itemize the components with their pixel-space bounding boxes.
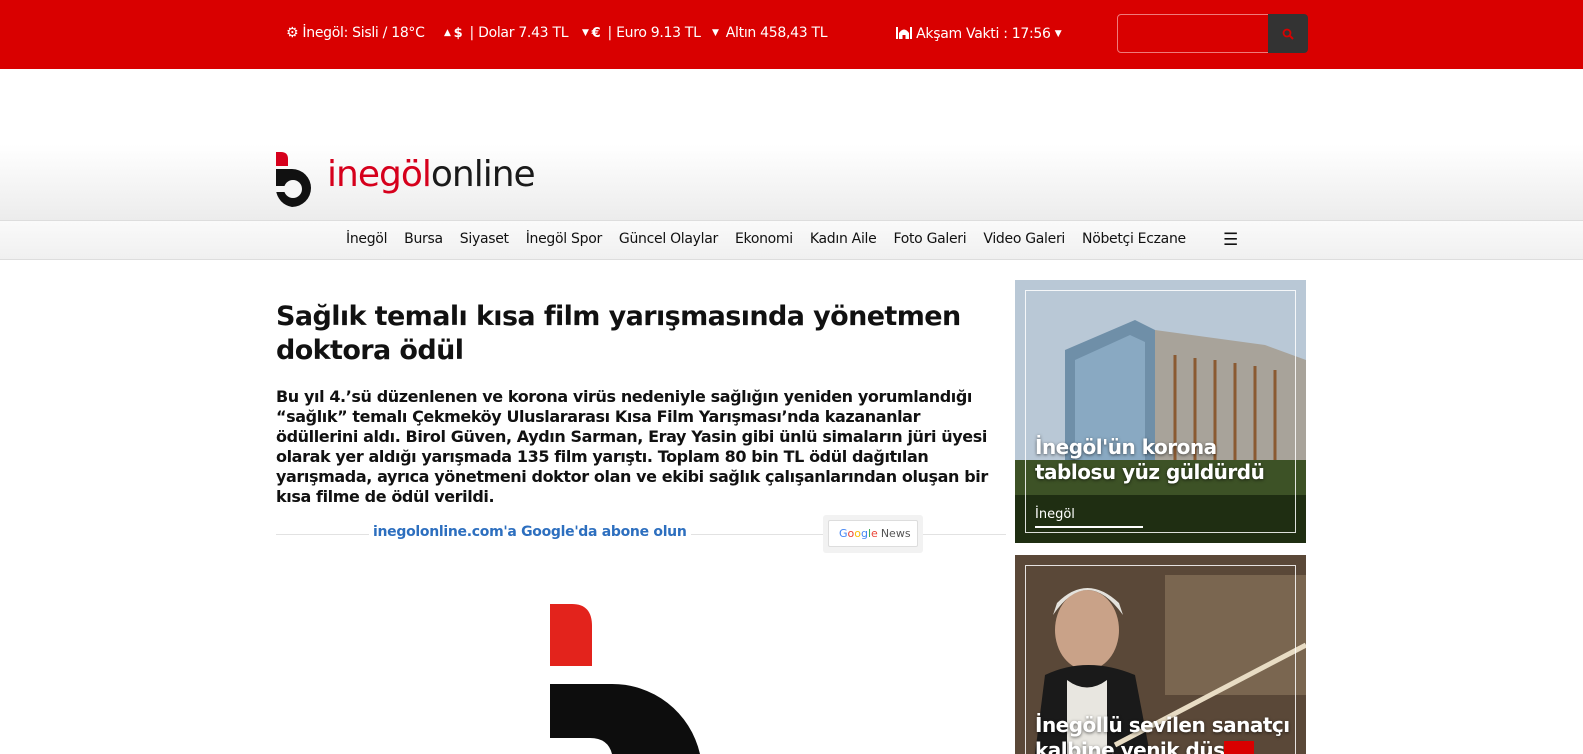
nav-item-siyaset[interactable]: Siyaset (460, 231, 509, 247)
card-title: İnegöl'ün korona tablosu yüz güldürdü (1035, 435, 1265, 484)
logo-band (0, 69, 1583, 220)
article-headline: Sağlık temalı kısa film yarışmasında yön… (276, 301, 961, 366)
nav-item-kadin-aile[interactable]: Kadın Aile (810, 231, 877, 247)
card-title: İnegöllü sevilen sanatçı kalbine yenik d… (1035, 713, 1290, 754)
main-nav: İnegöl Bursa Siyaset İnegöl Spor Güncel … (0, 220, 1583, 260)
search-input[interactable] (1117, 14, 1269, 53)
article-summary: Bu yıl 4.’sü düzenlenen ve korona virüs … (276, 387, 988, 506)
nav-item-bursa[interactable]: Bursa (404, 231, 443, 247)
prayer-time-dropdown[interactable]: Akşam Vakti : 17:56 ▼ (896, 25, 1064, 42)
top-bar: ⚙ İnegöl: Sisli / 18°C ▲ $ | Dolar 7.43 T… (0, 0, 1583, 69)
dollar-rate-text: | Dolar 7.43 TL (469, 25, 569, 41)
nav-item-inegol[interactable]: İnegöl (346, 231, 387, 247)
google-letter: e (871, 527, 878, 540)
google-news-logo: Google News (828, 520, 918, 547)
nav-list: İnegöl Bursa Siyaset İnegöl Spor Güncel … (346, 231, 1203, 247)
nav-item-ekonomi[interactable]: Ekonomi (735, 231, 793, 247)
google-news-badge[interactable]: Google News (823, 515, 923, 553)
logo-text-dark: online (430, 154, 536, 195)
google-letter: g (861, 527, 868, 540)
card-frame (1025, 290, 1296, 533)
nav-item-guncel-olaylar[interactable]: Güncel Olaylar (619, 231, 718, 247)
logo-wordmark: inegölonline (327, 154, 536, 195)
prayer-time-text: Akşam Vakti : 17:56 (916, 26, 1051, 42)
euro-rate-text: | Euro 9.13 TL (607, 25, 701, 41)
gear-icon: ⚙ (286, 25, 299, 41)
caret-down-icon: ▼ (582, 28, 589, 38)
news-label: News (880, 527, 911, 540)
mosque-icon (896, 27, 912, 39)
gold-rate-text: Altın 458,43 TL (725, 25, 828, 41)
sidebar-news-card[interactable]: İnegöllü sevilen sanatçı kalbine yenik d… (1015, 555, 1306, 754)
hamburger-menu-icon[interactable]: ☰ (1223, 230, 1238, 250)
dollar-icon: $ (453, 26, 463, 41)
nav-item-inegol-spor[interactable]: İnegöl Spor (526, 231, 603, 247)
search-icon (1282, 28, 1294, 40)
nav-item-video-galeri[interactable]: Video Galeri (983, 231, 1065, 247)
site-logo[interactable]: inegölonline (276, 152, 536, 210)
gold-rate[interactable]: ▼ Altın 458,43 TL (712, 25, 828, 41)
article-placeholder-logo-icon (550, 604, 700, 754)
caret-up-icon: ▲ (444, 28, 451, 38)
chevron-down-icon: ▼ (1054, 29, 1062, 39)
google-letter: G (839, 527, 848, 540)
logo-text-red: inegöl (327, 154, 432, 195)
card-underline (1035, 526, 1143, 528)
search-button[interactable] (1268, 14, 1308, 53)
nav-item-foto-galeri[interactable]: Foto Galeri (893, 231, 966, 247)
nav-item-nobetci-eczane[interactable]: Nöbetçi Eczane (1082, 231, 1186, 247)
logo-mark-icon (276, 152, 311, 207)
caret-down-icon: ▼ (712, 28, 719, 38)
google-letter: o (854, 527, 861, 540)
euro-icon: € (591, 26, 601, 41)
dollar-rate[interactable]: ▲ $ | Dolar 7.43 TL (444, 25, 569, 41)
card-category-badge (1224, 741, 1254, 754)
google-news-subscribe-link[interactable]: inegolonline.com'a Google'da abone olun (369, 524, 691, 540)
weather-text: İnegöl: Sisli / 18°C (302, 25, 425, 41)
card-category: İnegöl (1035, 507, 1075, 522)
euro-rate[interactable]: ▼ € | Euro 9.13 TL (582, 25, 701, 41)
sidebar-news-card[interactable]: İnegöl'ün korona tablosu yüz güldürdü İn… (1015, 280, 1306, 543)
weather-widget[interactable]: ⚙ İnegöl: Sisli / 18°C (286, 25, 425, 41)
